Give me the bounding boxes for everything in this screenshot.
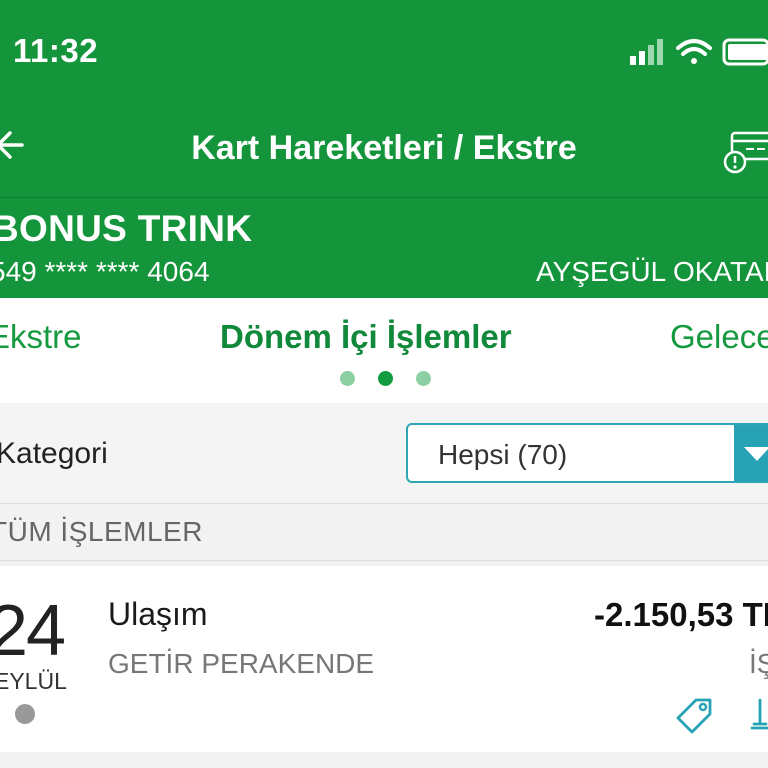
transaction-month: EYLÜL (0, 668, 67, 694)
category-select[interactable]: Hepsi (70) (406, 423, 768, 483)
transaction-amount: -2.150,53 TL (594, 596, 768, 633)
card-number: 549 **** **** 4064 (0, 256, 210, 287)
category-filter: Kategori Hepsi (70) (0, 403, 768, 503)
chevron-down-icon (744, 447, 768, 461)
installment-icon[interactable] (748, 696, 768, 734)
transaction-item[interactable]: 24 EYLÜL Ulaşım GETİR PERAKENDE -2.150,5… (0, 566, 768, 752)
status-time: 11:32 (13, 32, 99, 69)
nav-bar: Kart Hareketleri / Ekstre (0, 105, 768, 198)
tab-gelecek[interactable]: Gelecek (670, 318, 768, 356)
statement-tabs: Ekstre Dönem İçi İşlemler Gelecek (0, 298, 768, 403)
tab-donem-ici-islemler[interactable]: Dönem İçi İşlemler (220, 318, 512, 356)
category-select-value: Hepsi (70) (438, 439, 568, 470)
card-holder: AYŞEGÜL OKATAN (536, 256, 768, 287)
section-title: TÜM İŞLEMLER (0, 516, 203, 547)
divider (0, 560, 768, 561)
page-dot (340, 371, 355, 386)
filter-label: Kategori (0, 437, 108, 470)
tab-ekstre[interactable]: Ekstre (0, 318, 82, 356)
section-header: TÜM İŞLEMLER (0, 504, 768, 560)
signal-icon (630, 39, 663, 65)
transaction-day: 24 (0, 591, 66, 671)
status-dot (15, 704, 35, 724)
transaction-sub: İŞ (749, 648, 768, 679)
battery-icon (722, 38, 768, 66)
transaction-category: Ulaşım (108, 596, 208, 632)
card-name: BONUS TRINK (0, 208, 253, 249)
card-alert-icon[interactable] (722, 127, 768, 175)
wifi-icon (676, 39, 712, 64)
page-dot-active (378, 371, 393, 386)
page-dot (416, 371, 431, 386)
status-icons (630, 38, 768, 66)
list-bottom (0, 752, 768, 768)
tag-icon[interactable] (676, 696, 714, 734)
card-info: BONUS TRINK 549 **** **** 4064 AYŞEGÜL O… (0, 198, 768, 298)
status-bar: 11:32 (0, 0, 768, 105)
transaction-merchant: GETİR PERAKENDE (108, 648, 375, 679)
page-title: Kart Hareketleri / Ekstre (191, 129, 577, 167)
select-toggle-button[interactable] (734, 425, 768, 481)
